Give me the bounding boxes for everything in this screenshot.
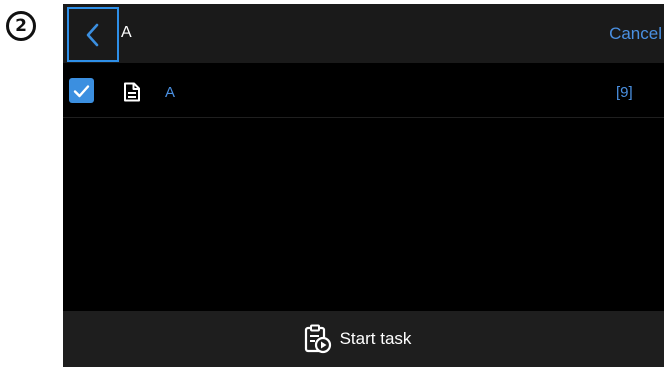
- device-screen: A Cancel A [9] Start task: [63, 4, 664, 367]
- clipboard-play-icon: [304, 324, 331, 354]
- list-item-label: A: [165, 84, 176, 101]
- cancel-button[interactable]: Cancel: [609, 24, 662, 44]
- list-item-count: [9]: [616, 84, 633, 101]
- top-bar: A Cancel: [63, 4, 664, 63]
- item-checkbox[interactable]: [69, 78, 94, 103]
- checkmark-icon: [73, 84, 90, 97]
- start-task-label: Start task: [339, 329, 412, 348]
- step-number-badge: 2: [6, 11, 36, 41]
- back-button[interactable]: [67, 7, 119, 62]
- list-item[interactable]: A [9]: [63, 63, 664, 118]
- page-title: A: [121, 24, 132, 41]
- chevron-left-icon: [86, 23, 99, 46]
- start-task-button[interactable]: Start task: [63, 311, 664, 367]
- document-icon: [124, 82, 140, 102]
- step-number: 2: [15, 16, 27, 36]
